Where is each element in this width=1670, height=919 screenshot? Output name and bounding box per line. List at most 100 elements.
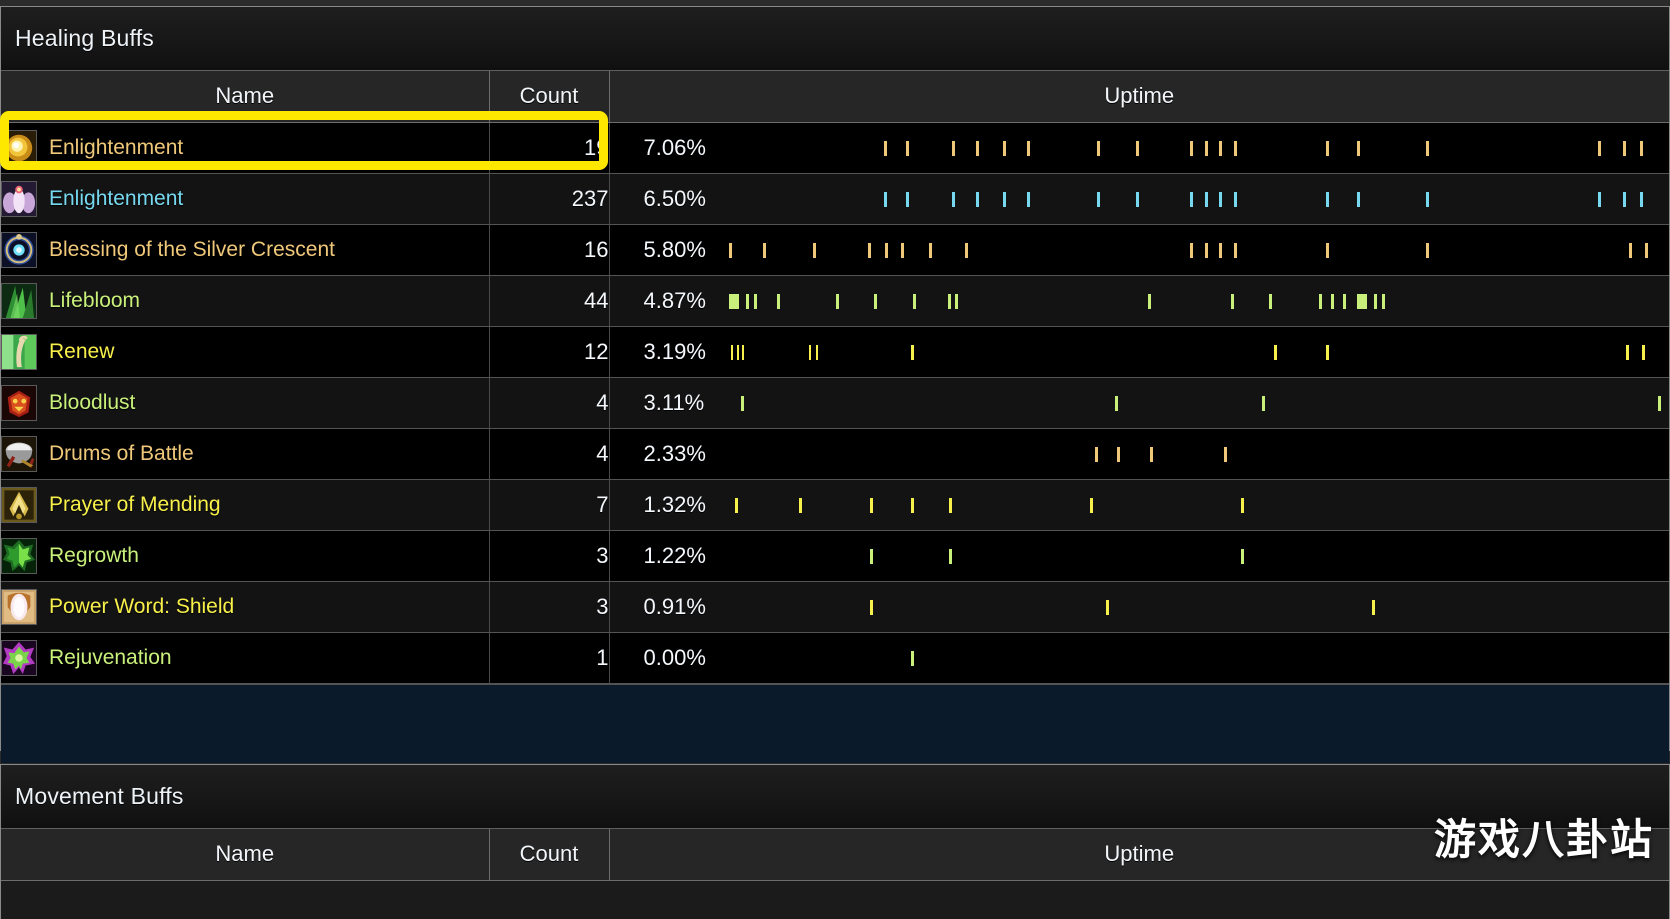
uptime-tick <box>1356 191 1360 207</box>
table-row[interactable]: Enlightenment 237 6.50% <box>1 173 1669 225</box>
buff-uptime-cell: 4.87% <box>609 275 1669 327</box>
uptime-tick <box>1105 599 1109 615</box>
buff-name-cell[interactable]: Bloodlust <box>1 377 490 429</box>
uptime-tick <box>742 344 745 360</box>
power-word-shield-icon <box>1 588 37 625</box>
uptime-percent-label: 1.22% <box>643 542 706 568</box>
uptime-tick <box>1318 293 1322 309</box>
uptime-tick <box>1356 140 1360 156</box>
buff-name-cell[interactable]: Regrowth <box>1 530 490 582</box>
buff-count-cell: 4 <box>489 377 610 429</box>
uptime-tick <box>728 293 739 309</box>
uptime-tick <box>1626 344 1630 360</box>
table-row[interactable]: Prayer of Mending 7 1.32% <box>1 479 1670 531</box>
uptime-track <box>718 327 1670 377</box>
uptime-tick <box>1240 548 1244 564</box>
uptime-tick <box>1240 497 1244 513</box>
buff-name-label: Regrowth <box>49 543 139 567</box>
healing-panel-filler <box>1 683 1669 763</box>
movement-column-header-count[interactable]: Count <box>489 829 610 881</box>
uptime-tick <box>1150 446 1154 462</box>
uptime-tick <box>955 293 959 309</box>
table-row[interactable]: Lifebloom 44 4.87% <box>1 275 1669 327</box>
uptime-tick <box>1136 191 1140 207</box>
uptime-tick <box>736 344 739 360</box>
column-header-name[interactable]: Name <box>1 71 490 123</box>
uptime-tick <box>1097 191 1101 207</box>
uptime-tick <box>884 191 887 207</box>
silver-crescent-icon <box>1 231 37 268</box>
table-row[interactable]: Rejuvenation 1 0.00% <box>1 632 1670 684</box>
uptime-tick <box>948 548 952 564</box>
buff-name-label: Prayer of Mending <box>49 492 221 516</box>
healing-buffs-panel-title: Healing Buffs <box>1 7 1669 71</box>
buff-name-label: Power Word: Shield <box>49 594 235 618</box>
movement-buffs-panel: Movement Buffs Name Count Uptime <box>0 764 1670 919</box>
uptime-tick <box>976 140 980 156</box>
uptime-tick <box>905 191 909 207</box>
buff-name-cell[interactable]: Lifebloom <box>1 275 490 327</box>
uptime-tick <box>1190 191 1194 207</box>
healing-buffs-table: Name Count Uptime Enlightenment 19 7.06%… <box>1 71 1669 684</box>
buff-name-cell[interactable]: Rejuvenation <box>1 632 490 684</box>
healing-buffs-title-text: Healing Buffs <box>15 25 154 51</box>
uptime-tick <box>905 140 909 156</box>
table-row[interactable]: Bloodlust 4 3.11% <box>1 377 1669 429</box>
uptime-percent-label: 4.87% <box>643 287 706 313</box>
uptime-tick <box>884 140 887 156</box>
table-row[interactable]: Enlightenment 19 7.06% <box>1 122 1669 174</box>
uptime-tick <box>741 395 745 411</box>
uptime-tick <box>728 242 732 258</box>
uptime-tick <box>1026 140 1030 156</box>
uptime-percent-label: 1.32% <box>643 491 706 517</box>
uptime-tick <box>1657 395 1661 411</box>
uptime-tick <box>951 191 955 207</box>
uptime-tick <box>1642 344 1646 360</box>
buff-name-cell[interactable]: Enlightenment <box>1 173 490 225</box>
uptime-track <box>718 633 1670 683</box>
buff-name-cell[interactable]: Blessing of the Silver Crescent <box>1 224 490 276</box>
buff-count-cell: 12 <box>489 326 610 378</box>
uptime-tick <box>1090 497 1094 513</box>
movement-table-header-row: Name Count Uptime <box>1 829 1669 881</box>
column-header-count[interactable]: Count <box>489 71 610 123</box>
uptime-tick <box>964 242 968 258</box>
uptime-tick <box>1190 242 1194 258</box>
uptime-tick <box>1640 191 1644 207</box>
column-header-uptime[interactable]: Uptime <box>609 71 1669 123</box>
uptime-tick <box>1374 293 1378 309</box>
table-row[interactable]: Blessing of the Silver Crescent 16 5.80% <box>1 224 1669 276</box>
uptime-tick <box>812 242 816 258</box>
buff-count-cell: 3 <box>489 581 610 633</box>
lifebloom-icon <box>1 282 37 319</box>
table-row[interactable]: Drums of Battle 4 2.33% <box>1 428 1669 480</box>
uptime-tick <box>1147 293 1151 309</box>
table-row[interactable]: Regrowth 3 1.22% <box>1 530 1670 582</box>
uptime-tick <box>1204 242 1208 258</box>
uptime-track <box>718 531 1670 581</box>
uptime-percent-label: 7.06% <box>643 134 706 160</box>
buff-name-label: Rejuvenation <box>49 645 172 669</box>
uptime-tick <box>1234 140 1238 156</box>
buff-name-cell[interactable]: Enlightenment <box>1 122 490 174</box>
buff-name-cell[interactable]: Drums of Battle <box>1 428 490 480</box>
healing-buffs-panel: Healing Buffs Name Count Uptime Enlighte… <box>0 6 1670 763</box>
movement-column-header-name[interactable]: Name <box>1 829 490 881</box>
buff-name-cell[interactable]: Prayer of Mending <box>1 479 490 531</box>
uptime-track <box>718 480 1670 530</box>
uptime-tick <box>753 293 757 309</box>
uptime-tick <box>763 242 767 258</box>
uptime-tick <box>869 548 873 564</box>
uptime-tick <box>1426 191 1430 207</box>
buff-name-cell[interactable]: Renew <box>1 326 490 378</box>
uptime-tick <box>1623 140 1627 156</box>
buff-uptime-cell: 2.33% <box>609 428 1669 480</box>
buff-uptime-cell: 0.00% <box>609 632 1670 684</box>
buff-count-cell: 44 <box>489 275 610 327</box>
buff-uptime-cell: 1.32% <box>609 479 1670 531</box>
uptime-tick <box>816 344 819 360</box>
healing-table-header-row: Name Count Uptime <box>1 71 1669 123</box>
buff-name-cell[interactable]: Power Word: Shield <box>1 581 490 633</box>
table-row[interactable]: Power Word: Shield 3 0.91% <box>1 581 1669 633</box>
table-row[interactable]: Renew 12 3.19% <box>1 326 1670 378</box>
